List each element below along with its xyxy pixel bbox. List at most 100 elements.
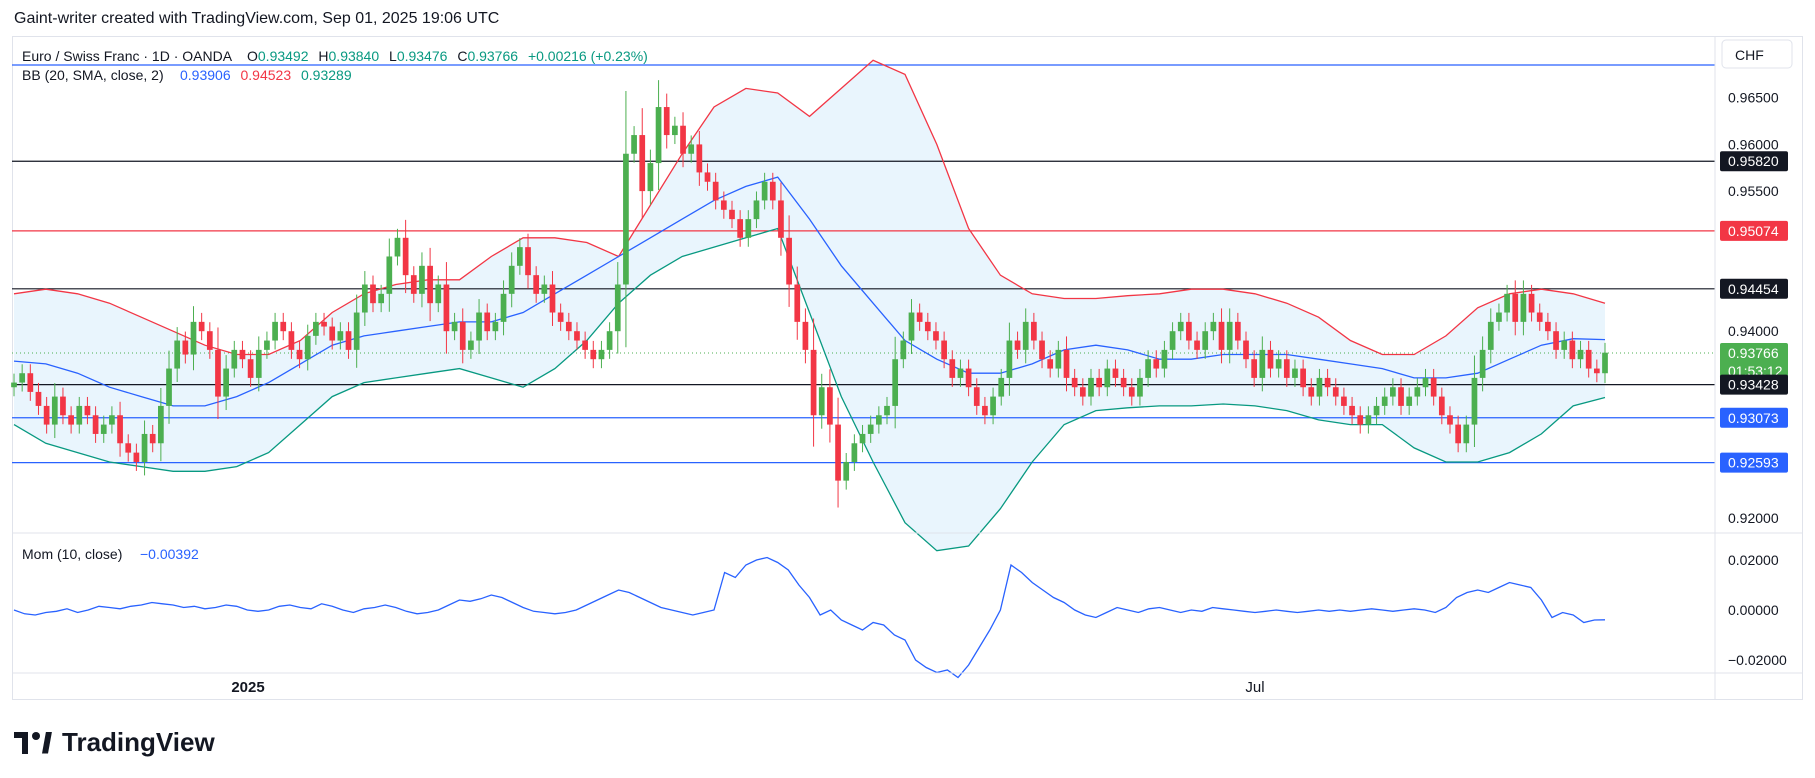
candle-body xyxy=(419,265,425,294)
candle-body xyxy=(982,405,988,416)
candle-body xyxy=(264,340,270,350)
candle-body xyxy=(704,172,711,182)
candle-body xyxy=(720,200,727,210)
legend-momentum-label[interactable]: Mom (10, close) xyxy=(22,546,122,562)
candle-body xyxy=(998,377,1005,397)
candle-body xyxy=(500,293,507,322)
candle-body xyxy=(1079,387,1086,397)
candle-body xyxy=(582,340,588,350)
candle-body xyxy=(1496,312,1502,322)
candle-body xyxy=(1243,340,1249,360)
price-axis-label: 0.95500 xyxy=(1728,183,1779,199)
candle-body xyxy=(729,209,735,220)
candle-body xyxy=(933,331,939,341)
candle-body xyxy=(239,349,246,360)
candle-body xyxy=(1357,415,1364,425)
price-axis-label: 0.96000 xyxy=(1728,136,1779,152)
time-axis-label: 2025 xyxy=(231,679,264,696)
candle-body xyxy=(949,359,956,378)
svg-text:O0.93492 H0.93840 L0.9: O0.93492 H0.93840 L0.93476 C0.93766 +0.0… xyxy=(247,48,648,64)
candle-body xyxy=(1406,396,1413,406)
candle-body xyxy=(957,368,964,378)
price-axis-label: 0.92000 xyxy=(1728,510,1779,526)
tradingview-logo-icon xyxy=(14,731,54,754)
candle-body xyxy=(345,331,352,350)
candle-body xyxy=(1194,340,1200,350)
candle-body xyxy=(68,415,74,425)
candle-body xyxy=(1308,387,1315,397)
candle-body xyxy=(313,321,319,336)
candle-body xyxy=(141,433,148,462)
candle-body xyxy=(549,284,556,313)
candle-body xyxy=(606,331,613,350)
currency-button-label: CHF xyxy=(1735,47,1764,63)
candle-body xyxy=(1014,340,1021,350)
price-tag-value: 0.93766 xyxy=(1728,345,1779,361)
candle-body xyxy=(1545,321,1551,332)
candle-body xyxy=(125,443,132,453)
candle-body xyxy=(476,312,482,341)
candle-body xyxy=(1479,349,1486,378)
candle-body xyxy=(541,284,548,294)
candle-body xyxy=(1275,359,1282,369)
candle-body xyxy=(843,461,850,481)
momentum-axis-label: −0.02000 xyxy=(1728,652,1787,668)
candle-body xyxy=(655,107,662,164)
candle-body xyxy=(696,144,703,173)
legend-low-label: L xyxy=(389,48,397,64)
chart-canvas[interactable]: 0.96500 0.96000 0.95500 0.94000 0.92000 0.958… xyxy=(0,0,1815,778)
candle-body xyxy=(802,321,809,350)
candle-body xyxy=(51,396,58,425)
candle-body xyxy=(1373,405,1380,416)
candle-body xyxy=(206,331,213,350)
legend-bb-label[interactable]: BB (20, SMA, close, 2) xyxy=(22,67,164,83)
candle-body xyxy=(1161,349,1168,369)
candle-body xyxy=(794,284,801,322)
tradingview-logo[interactable]: TradingView xyxy=(14,727,215,758)
candle-body xyxy=(1365,415,1372,425)
candle-body xyxy=(402,237,409,276)
candle-body xyxy=(647,163,654,192)
candle-body xyxy=(1569,340,1576,360)
candle-body xyxy=(867,424,874,434)
candle-body xyxy=(680,125,686,154)
candle-body xyxy=(296,349,303,360)
candle-body xyxy=(1447,415,1453,425)
candle-body xyxy=(304,335,311,360)
momentum-pane xyxy=(13,556,1606,679)
candle-body xyxy=(892,359,899,406)
price-tag-value: 0.92593 xyxy=(1728,455,1779,471)
candle-body xyxy=(484,312,491,332)
candle-body xyxy=(1177,321,1184,332)
candle-body xyxy=(1316,377,1323,397)
candle-body xyxy=(1585,349,1592,369)
legend-symbol[interactable]: Euro / Swiss Franc · 1D · OANDA xyxy=(22,48,233,64)
candle-body xyxy=(916,312,923,322)
momentum-axis-label: 0.00000 xyxy=(1728,602,1779,618)
legend-high-label: H xyxy=(318,48,328,64)
legend-open-label: O xyxy=(247,48,258,64)
candle-body xyxy=(941,340,947,360)
candle-body xyxy=(778,200,784,238)
candle-body xyxy=(1536,312,1543,322)
candle-body xyxy=(443,284,450,332)
price-tag-value: 0.94454 xyxy=(1728,281,1779,297)
momentum-axis-label: 0.02000 xyxy=(1728,552,1779,568)
candle-body xyxy=(1471,377,1478,425)
candle-body xyxy=(973,387,980,406)
candle-body xyxy=(492,321,499,332)
candle-body xyxy=(1504,293,1510,313)
candle-body xyxy=(329,326,336,341)
candle-body xyxy=(1128,387,1135,397)
candle-body xyxy=(663,107,670,136)
legend-close-value: 0.93766 xyxy=(467,48,518,64)
candle-body xyxy=(835,424,841,481)
candle-body xyxy=(272,321,278,341)
candle-body xyxy=(875,415,882,425)
candle-body xyxy=(427,265,433,304)
candle-body xyxy=(182,340,189,355)
candle-body xyxy=(508,265,515,294)
svg-text:0.93906 0.94523 0.9328: 0.93906 0.94523 0.93289 xyxy=(180,67,352,83)
time-axis-label: Jul xyxy=(1245,679,1264,696)
candle-body xyxy=(1169,331,1176,350)
